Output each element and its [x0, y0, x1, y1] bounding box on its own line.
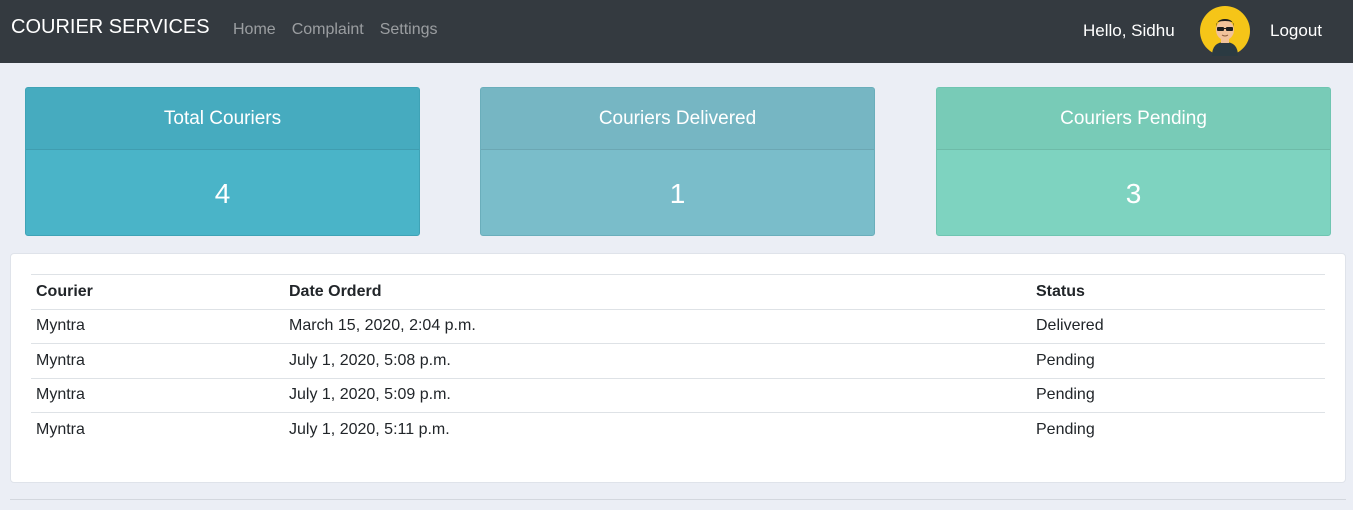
nav-links: Home Complaint Settings	[233, 20, 438, 40]
card-value: 3	[1125, 177, 1142, 209]
brand-link[interactable]: COURIER SERVICES	[11, 15, 210, 39]
cell-status: Pending	[1031, 377, 1325, 413]
user-greeting: Hello, Sidhu	[1083, 21, 1175, 40]
cell-date: July 1, 2020, 5:09 p.m.	[284, 377, 1031, 413]
courier-table-panel: Courier Date Orderd Status Myntra March …	[10, 253, 1346, 483]
card-title: Total Couriers	[26, 88, 419, 150]
cell-courier: Myntra	[31, 377, 284, 413]
nav-link-complaint[interactable]: Complaint	[292, 20, 364, 40]
user-with-sunglasses-icon	[1200, 6, 1250, 56]
avatar[interactable]	[1200, 6, 1250, 56]
table-row: Myntra July 1, 2020, 5:11 p.m. Pending	[31, 412, 1325, 447]
nav-link-settings[interactable]: Settings	[380, 20, 438, 40]
courier-table: Courier Date Orderd Status Myntra March …	[31, 274, 1325, 447]
table-header-row: Courier Date Orderd Status	[31, 274, 1325, 310]
navbar: COURIER SERVICES Home Complaint Settings…	[0, 0, 1353, 63]
cell-status: Delivered	[1031, 308, 1325, 344]
footer-divider	[10, 499, 1346, 500]
cell-courier: Myntra	[31, 308, 284, 344]
card-total-couriers: Total Couriers 4	[25, 87, 420, 236]
cell-status: Pending	[1031, 412, 1325, 447]
table-row: Myntra July 1, 2020, 5:08 p.m. Pending	[31, 343, 1325, 378]
cell-courier: Myntra	[31, 412, 284, 447]
column-header-date: Date Orderd	[284, 274, 1031, 310]
cell-date: July 1, 2020, 5:08 p.m.	[284, 343, 1031, 378]
card-value: 4	[214, 177, 231, 209]
cell-courier: Myntra	[31, 343, 284, 378]
cell-date: March 15, 2020, 2:04 p.m.	[284, 308, 1031, 344]
card-value: 1	[669, 177, 686, 209]
card-couriers-pending: Couriers Pending 3	[936, 87, 1331, 236]
table-row: Myntra July 1, 2020, 5:09 p.m. Pending	[31, 377, 1325, 413]
card-title: Couriers Pending	[937, 88, 1330, 150]
card-title: Couriers Delivered	[481, 88, 874, 150]
column-header-status: Status	[1031, 274, 1325, 310]
cell-date: July 1, 2020, 5:11 p.m.	[284, 412, 1031, 447]
cell-status: Pending	[1031, 343, 1325, 378]
column-header-courier: Courier	[31, 274, 284, 310]
logout-link[interactable]: Logout	[1270, 20, 1322, 42]
table-row: Myntra March 15, 2020, 2:04 p.m. Deliver…	[31, 308, 1325, 344]
card-couriers-delivered: Couriers Delivered 1	[480, 87, 875, 236]
nav-link-home[interactable]: Home	[233, 20, 276, 40]
